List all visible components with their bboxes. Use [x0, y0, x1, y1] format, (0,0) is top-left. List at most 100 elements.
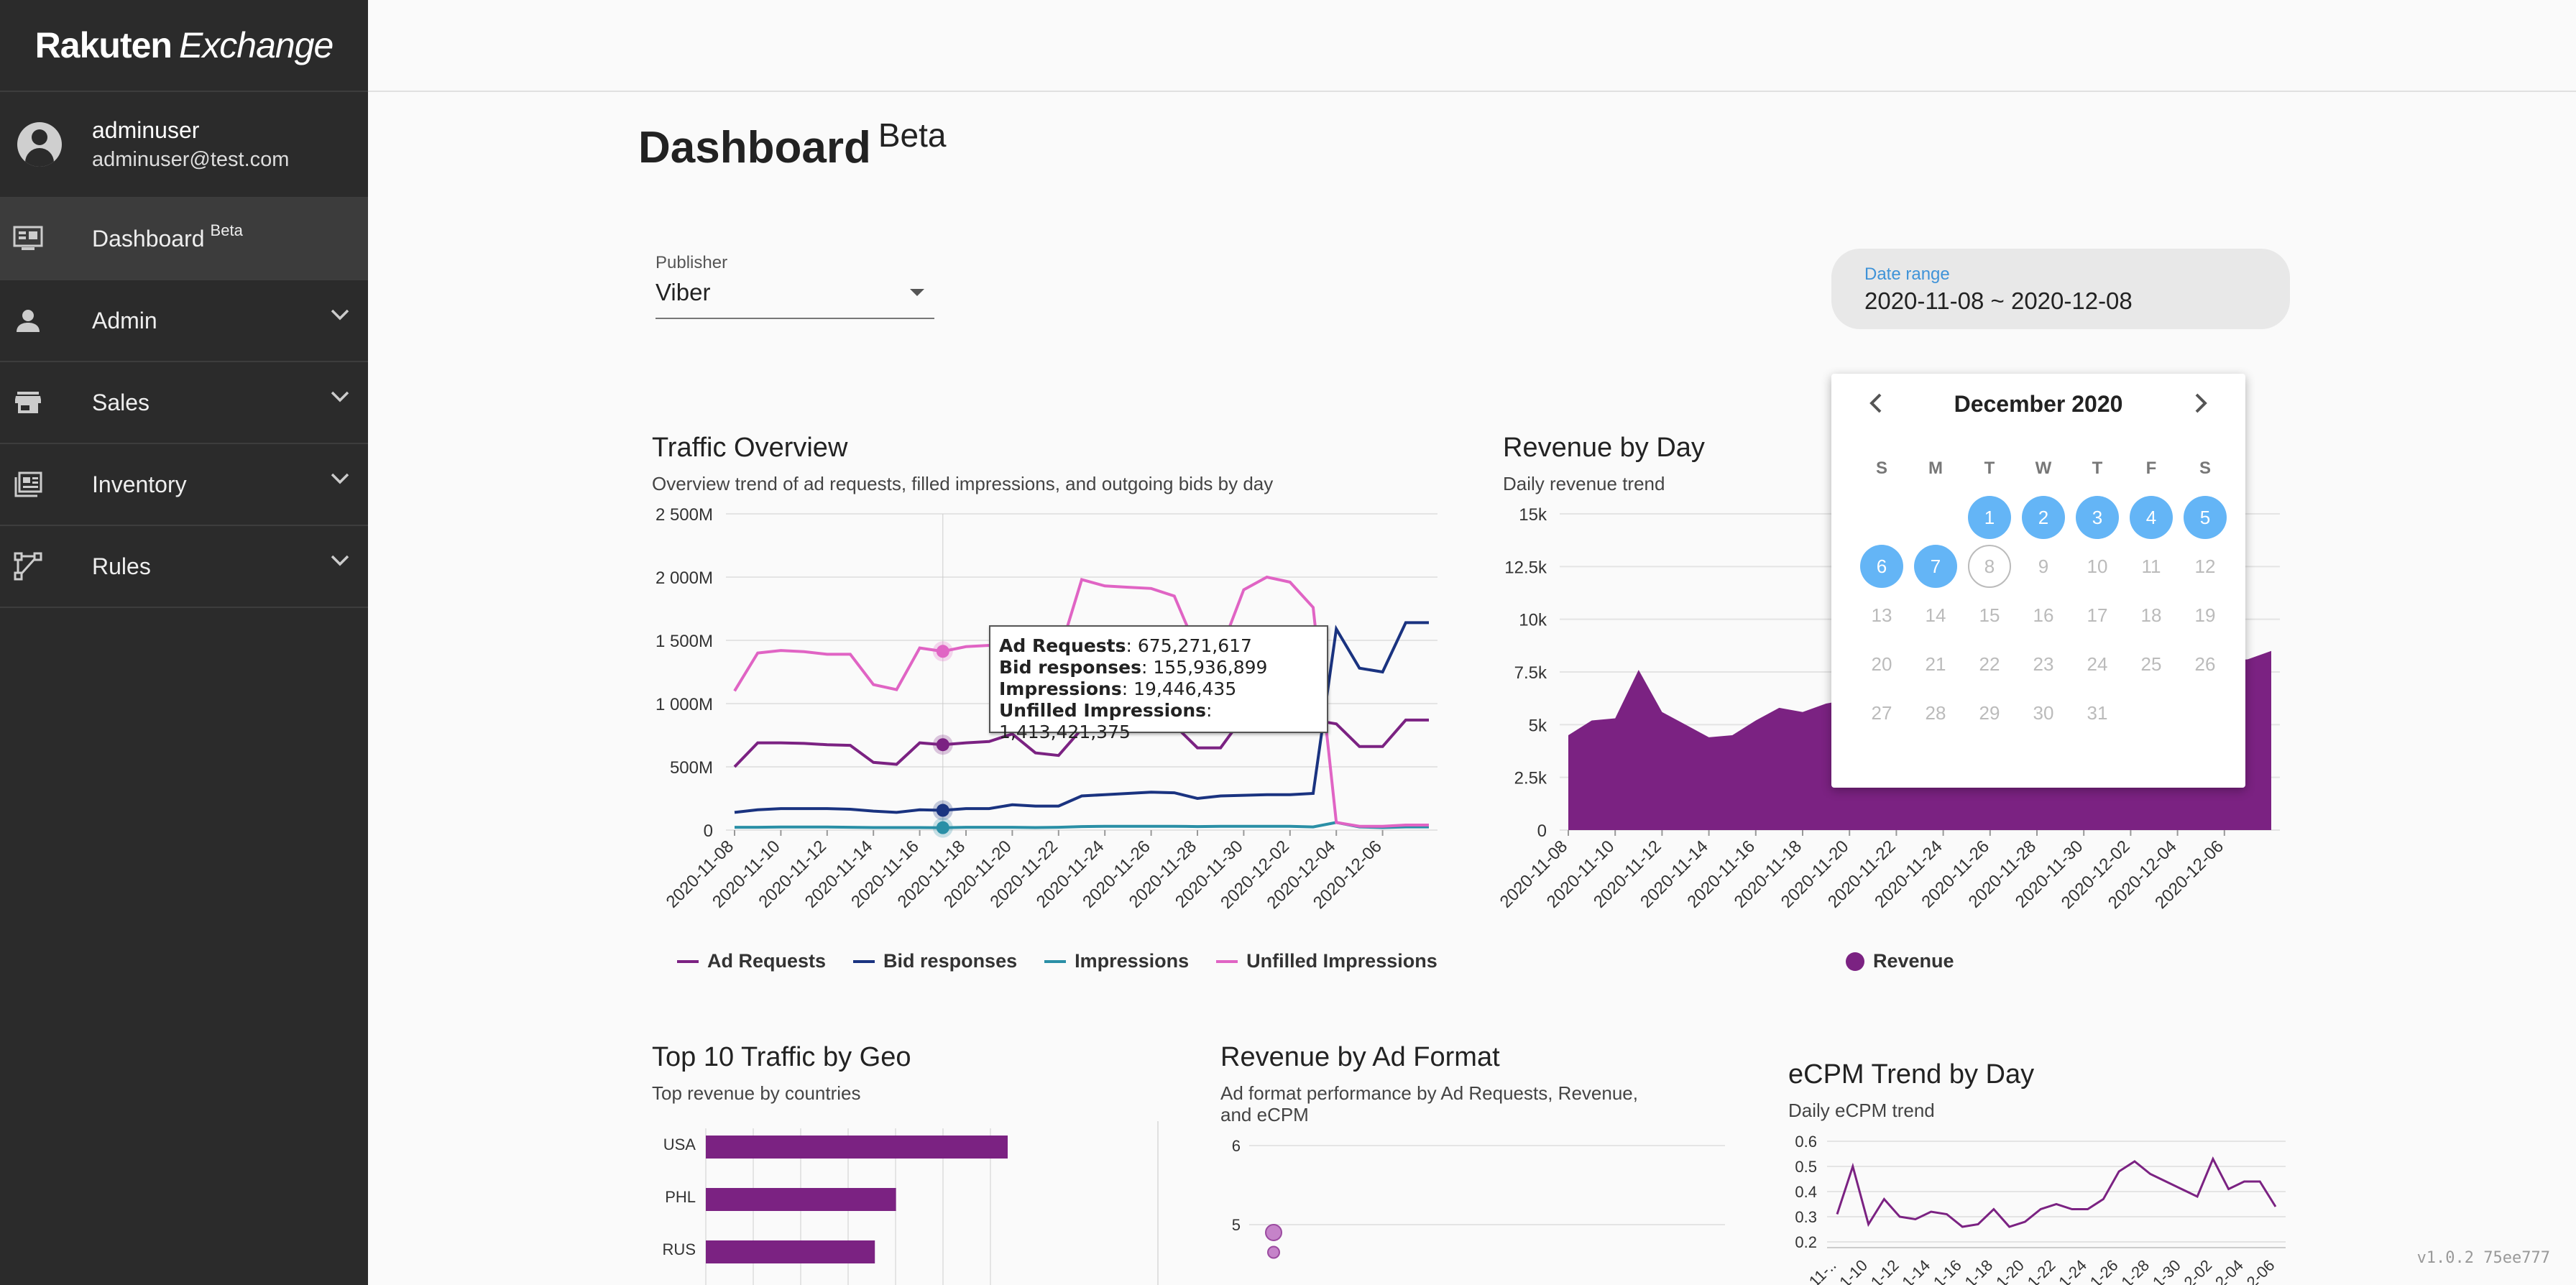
calendar-day[interactable]: 11	[2130, 545, 2173, 588]
calendar-day[interactable]: 24	[2076, 642, 2119, 686]
calendar-day[interactable]: 31	[2076, 691, 2119, 734]
geo-label: PHL	[665, 1188, 696, 1206]
x-tick-label: 1-30	[2149, 1256, 2184, 1285]
geo-bar	[706, 1136, 1008, 1159]
calendar-day[interactable]: 17	[2076, 594, 2119, 637]
revenue-day-subtitle: Daily revenue trend	[1503, 473, 1665, 494]
calendar-day[interactable]: 19	[2184, 594, 2227, 637]
y-tick-label: 0.6	[1795, 1133, 1817, 1151]
ecpm-chart[interactable]: 0.2 0.3 0.4 0.5 0.6 11-..1-101-121-141-161-18…	[1775, 1121, 2307, 1285]
x-tick-label: 1-16	[1930, 1256, 1965, 1285]
logo-rest: Exchange	[178, 25, 334, 65]
calendar-day[interactable]: 4	[2130, 496, 2173, 539]
calendar-day[interactable]: 15	[1968, 594, 2011, 637]
sidebar-item-label: Dashboard	[92, 225, 205, 252]
marker-ad-requests	[936, 738, 949, 752]
y-tick-label: 12.5k	[1504, 558, 1547, 577]
legend-impressions[interactable]: Impressions	[1075, 950, 1189, 972]
top-bar	[368, 0, 2576, 92]
calendar-day[interactable]: 16	[2022, 594, 2065, 637]
marker-impressions	[936, 821, 949, 834]
tooltip-value: 155,936,899	[1153, 657, 1268, 678]
x-tick-label: 1-26	[2087, 1256, 2122, 1285]
calendar-weekday: S	[1875, 459, 1887, 478]
calendar-day[interactable]: 7	[1914, 545, 1957, 588]
chevron-down-icon	[331, 555, 349, 570]
geo-chart[interactable]: USA PHL RUS	[632, 1114, 1179, 1285]
calendar-day[interactable]: 27	[1860, 691, 1903, 734]
y-tick-label: 0.2	[1795, 1233, 1817, 1251]
calendar-day[interactable]: 9	[2022, 545, 2065, 588]
legend-revenue[interactable]: Revenue	[1873, 950, 1954, 972]
ad-format-point	[1267, 1245, 1280, 1259]
tooltip-label: Unfilled Impressions	[999, 700, 1207, 721]
x-tick-label: 1-18	[1961, 1256, 1997, 1285]
y-tick-label: 0	[704, 821, 713, 841]
dropdown-arrow-icon	[910, 289, 924, 296]
calendar-day[interactable]: 10	[2076, 545, 2119, 588]
y-tick-label: 0.5	[1795, 1158, 1817, 1176]
calendar-day[interactable]: 22	[1968, 642, 2011, 686]
avatar-icon	[17, 122, 62, 167]
publisher-select[interactable]: Publisher Viber	[656, 253, 934, 319]
calendar-day[interactable]: 12	[2184, 545, 2227, 588]
calendar-weekday: T	[1984, 459, 1995, 478]
x-tick-label: 1-20	[1992, 1256, 2028, 1285]
calendar-day[interactable]: 1	[1968, 496, 2011, 539]
marker-bid-responses	[936, 803, 949, 817]
calendar-day[interactable]: 5	[2184, 496, 2227, 539]
marker-unfilled	[936, 645, 949, 658]
calendar-day[interactable]: 21	[1914, 642, 1957, 686]
sidebar-item-dashboard[interactable]: Dashboard Beta	[0, 198, 368, 280]
calendar-day[interactable]: 13	[1860, 594, 1903, 637]
x-tick-label: 1-28	[2117, 1256, 2153, 1285]
series-line-impressions	[735, 821, 1429, 829]
date-range-field[interactable]: Date range 2020-11-08 ~ 2020-12-08	[1831, 249, 2290, 329]
sidebar-item-label: Rules	[92, 553, 151, 579]
legend-bid-responses[interactable]: Bid responses	[883, 950, 1017, 972]
y-tick-label: 2 500M	[656, 505, 713, 525]
tooltip-label: Impressions	[999, 678, 1122, 699]
sidebar-item-inventory[interactable]: Inventory	[0, 444, 368, 526]
sidebar-item-label: Inventory	[92, 471, 187, 497]
calendar-day[interactable]: 2	[2022, 496, 2065, 539]
calendar-day[interactable]: 3	[2076, 496, 2119, 539]
legend-unfilled[interactable]: Unfilled Impressions	[1246, 950, 1438, 972]
calendar-day[interactable]: 25	[2130, 642, 2173, 686]
calendar-day[interactable]: 8	[1968, 545, 2011, 588]
calendar-day[interactable]: 14	[1914, 594, 1957, 637]
calendar-day[interactable]: 28	[1914, 691, 1957, 734]
traffic-legend: Ad Requests Bid responses Impressions Un…	[650, 950, 1438, 972]
chevron-down-icon	[331, 391, 349, 406]
ad-format-subtitle: Ad format performance by Ad Requests, Re…	[1220, 1082, 1638, 1125]
sidebar-item-sales[interactable]: Sales	[0, 362, 368, 444]
page-beta-badge: Beta	[878, 116, 947, 154]
calendar-day[interactable]: 20	[1860, 642, 1903, 686]
y-tick-label: 2.5k	[1514, 769, 1547, 788]
calendar-day[interactable]: 26	[2184, 642, 2227, 686]
calendar-weekday: M	[1928, 459, 1943, 478]
sidebar-item-label: Admin	[92, 307, 157, 333]
calendar-weekday: S	[2199, 459, 2211, 478]
y-tick-label: 0.4	[1795, 1183, 1817, 1201]
chevron-right-icon[interactable]	[2194, 392, 2208, 420]
y-tick-label: 2 000M	[656, 568, 713, 588]
calendar-day[interactable]: 30	[2022, 691, 2065, 734]
tooltip-label: Ad Requests	[999, 635, 1126, 656]
sidebar-item-admin[interactable]: Admin	[0, 280, 368, 362]
legend-ad-requests[interactable]: Ad Requests	[707, 950, 826, 972]
y-tick-label: 5k	[1529, 716, 1547, 735]
x-tick-label: 11-..	[1806, 1256, 1840, 1285]
calendar-day[interactable]: 29	[1968, 691, 2011, 734]
calendar-day[interactable]: 6	[1860, 545, 1903, 588]
ad-format-chart[interactable]: 56	[1215, 1128, 1747, 1285]
date-picker-popup: December 2020 S M T W T F S 1 2 3 4 5 6 7 8 9 10 11 12 13 14…	[1831, 374, 2245, 788]
traffic-title: Traffic Overview	[652, 433, 848, 463]
person-icon	[13, 305, 43, 336]
calendar-day[interactable]: 18	[2130, 594, 2173, 637]
calendar-day[interactable]: 23	[2022, 642, 2065, 686]
app-logo[interactable]: Rakuten Exchange	[0, 0, 368, 92]
sidebar-item-rules[interactable]: Rules	[0, 526, 368, 608]
calendar-weekday: W	[2035, 459, 2052, 478]
geo-title: Top 10 Traffic by Geo	[652, 1042, 911, 1072]
